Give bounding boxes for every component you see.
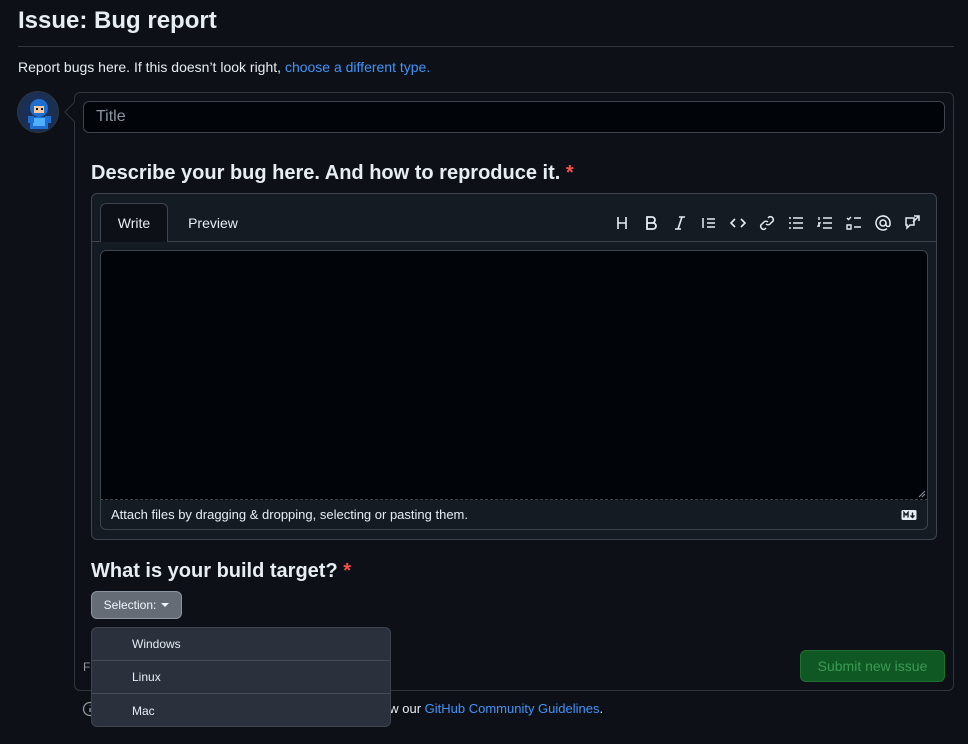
build-target-menu: Windows Linux Mac (91, 627, 391, 727)
avatar[interactable] (17, 91, 59, 133)
cross-reference-icon[interactable] (897, 208, 926, 237)
page-title: Issue: Bug report (18, 7, 217, 34)
chevron-down-icon (161, 603, 170, 607)
menu-option-mac[interactable]: Mac (92, 694, 390, 726)
avatar-image (18, 92, 58, 132)
submit-issue-button[interactable]: Submit new issue (800, 650, 945, 682)
title-divider (18, 46, 954, 47)
community-guidelines-link[interactable]: GitHub Community Guidelines (425, 701, 600, 716)
attach-files-text: Attach files by dragging & dropping, sel… (111, 507, 468, 522)
markdown-editor: Write Preview Attach files by dragging &… (91, 193, 937, 540)
choose-type-link[interactable]: choose a different type. (285, 59, 430, 75)
issue-type-note: Report bugs here. If this doesn’t look r… (18, 59, 430, 75)
new-issue-page: Issue: Bug report Report bugs here. If t… (0, 0, 968, 744)
build-target-label-text: What is your build target? (91, 560, 338, 582)
tab-preview[interactable]: Preview (176, 203, 250, 242)
description-textarea[interactable] (100, 250, 928, 500)
quote-icon[interactable] (694, 208, 723, 237)
build-target-select[interactable]: Selection: (91, 591, 182, 619)
italic-icon[interactable] (665, 208, 694, 237)
code-icon[interactable] (723, 208, 752, 237)
menu-option-windows[interactable]: Windows (92, 628, 390, 661)
markdown-icon[interactable] (901, 508, 917, 522)
heading-icon[interactable] (607, 208, 636, 237)
editor-header: Write Preview (92, 194, 936, 242)
formatting-toolbar (607, 208, 926, 237)
build-target-label: What is your build target? * (91, 560, 351, 583)
ordered-list-icon[interactable] (810, 208, 839, 237)
required-marker: * (565, 162, 574, 184)
mention-icon[interactable] (868, 208, 897, 237)
issue-type-note-text: Report bugs here. If this doesn’t look r… (18, 59, 285, 75)
resize-handle-icon[interactable] (918, 490, 926, 498)
required-marker: * (343, 560, 352, 582)
select-label: Selection: (103, 598, 157, 612)
footer-period: . (599, 701, 604, 716)
attach-files-bar[interactable]: Attach files by dragging & dropping, sel… (100, 500, 928, 530)
title-input[interactable] (83, 101, 945, 133)
description-label-text: Describe your bug here. And how to repro… (91, 162, 561, 184)
description-label: Describe your bug here. And how to repro… (91, 162, 574, 185)
form-caret (64, 102, 84, 122)
community-guidelines-note: ow our GitHub Community Guidelines. (382, 701, 603, 716)
unordered-list-icon[interactable] (781, 208, 810, 237)
menu-option-linux[interactable]: Linux (92, 661, 390, 694)
tab-write[interactable]: Write (100, 203, 168, 242)
bold-icon[interactable] (636, 208, 665, 237)
link-icon[interactable] (752, 208, 781, 237)
task-list-icon[interactable] (839, 208, 868, 237)
